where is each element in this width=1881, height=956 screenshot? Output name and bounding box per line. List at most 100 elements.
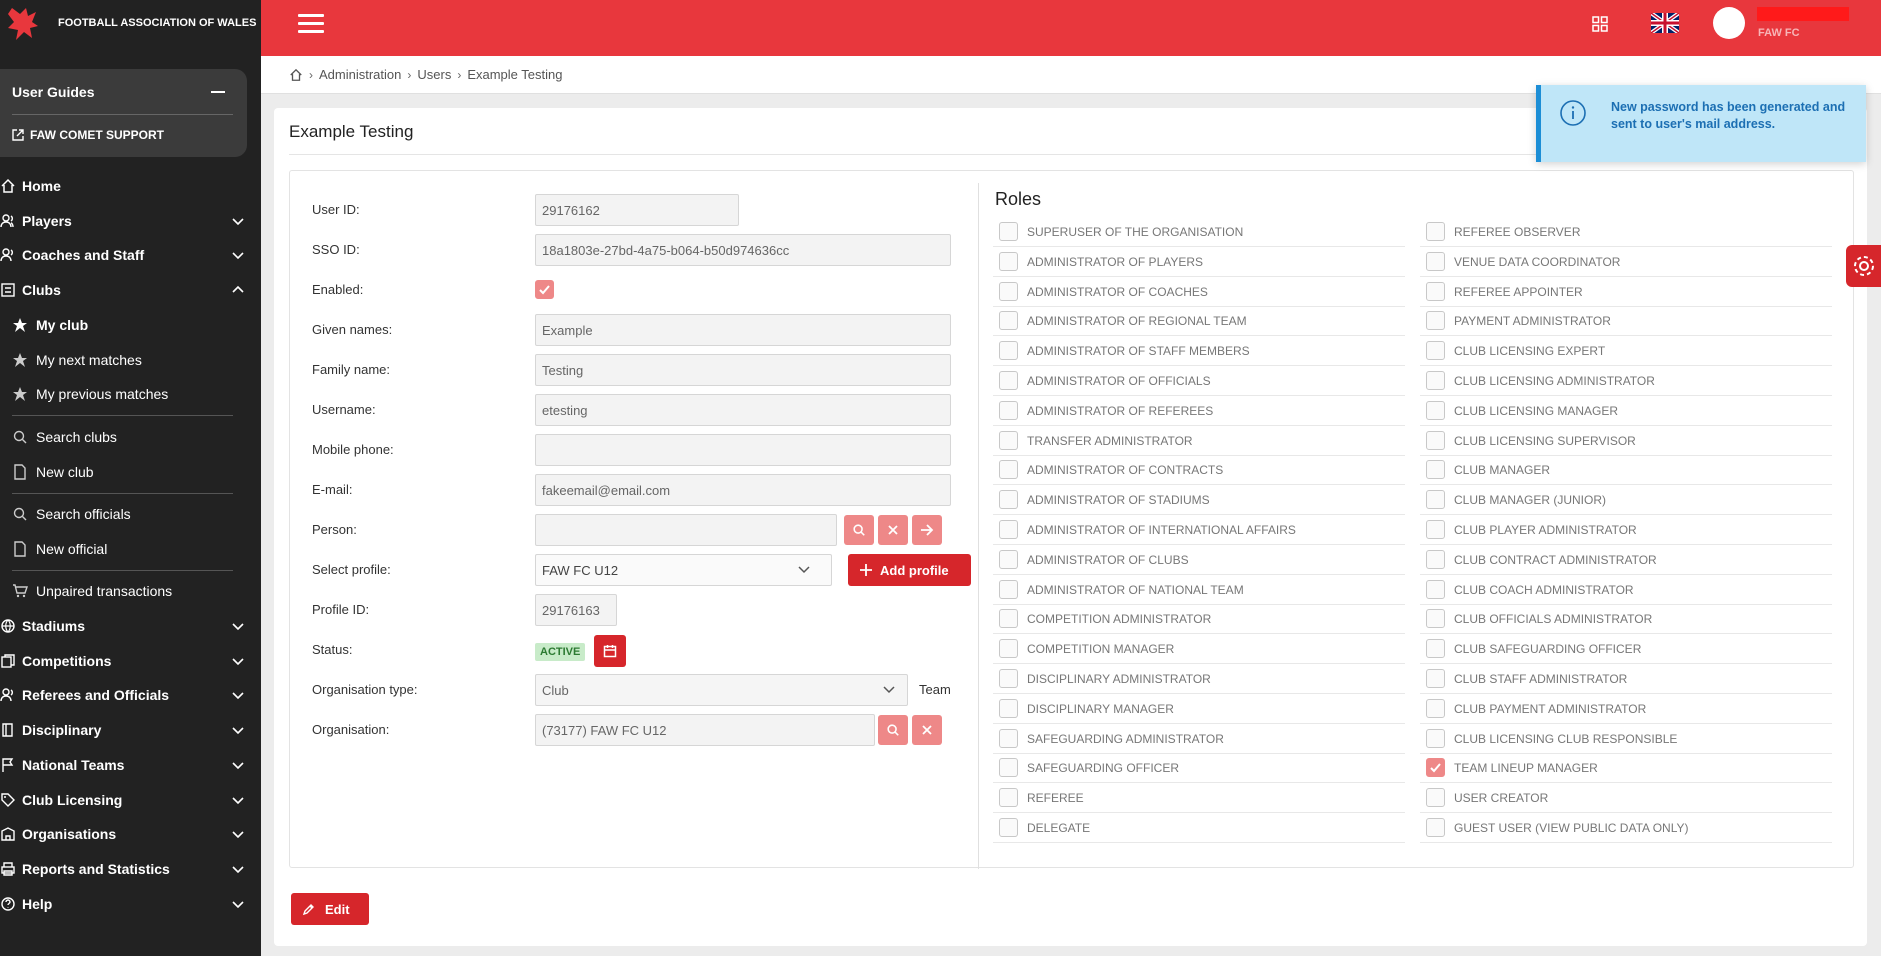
role-row[interactable]: CLUB OFFICIALS ADMINISTRATOR bbox=[1420, 604, 1832, 635]
role-row[interactable]: ADMINISTRATOR OF OFFICIALS bbox=[993, 366, 1405, 396]
role-checkbox[interactable] bbox=[1426, 758, 1445, 778]
role-checkbox[interactable] bbox=[999, 400, 1018, 420]
person-open-button[interactable] bbox=[912, 515, 942, 545]
role-checkbox[interactable] bbox=[999, 222, 1018, 241]
role-row[interactable]: SAFEGUARDING ADMINISTRATOR bbox=[993, 724, 1405, 754]
role-row[interactable]: CLUB LICENSING EXPERT bbox=[1420, 336, 1832, 367]
breadcrumb-item[interactable]: Users bbox=[417, 67, 451, 82]
role-row[interactable]: CLUB LICENSING ADMINISTRATOR bbox=[1420, 366, 1832, 396]
breadcrumb-item[interactable]: Administration bbox=[319, 67, 401, 82]
role-row[interactable]: DISCIPLINARY ADMINISTRATOR bbox=[993, 664, 1405, 694]
nav-organisations[interactable]: Organisations bbox=[0, 819, 261, 849]
nav-unpaired[interactable]: Unpaired transactions bbox=[0, 576, 261, 606]
avatar[interactable] bbox=[1713, 7, 1745, 39]
nav-new-official[interactable]: New official bbox=[0, 534, 261, 564]
role-checkbox[interactable] bbox=[1426, 818, 1445, 837]
role-row[interactable]: ADMINISTRATOR OF REFEREES bbox=[993, 396, 1405, 426]
role-row[interactable]: DISCIPLINARY MANAGER bbox=[993, 694, 1405, 724]
collapse-icon[interactable] bbox=[211, 91, 225, 93]
role-checkbox[interactable] bbox=[1426, 430, 1445, 450]
apps-grid-icon[interactable] bbox=[1592, 16, 1608, 32]
person-field[interactable] bbox=[535, 514, 837, 546]
nav-clubs[interactable]: Clubs bbox=[0, 275, 261, 305]
role-checkbox[interactable] bbox=[999, 728, 1018, 748]
role-checkbox[interactable] bbox=[1426, 490, 1445, 510]
nav-new-club[interactable]: New club bbox=[0, 457, 261, 487]
role-row[interactable]: CLUB CONTRACT ADMINISTRATOR bbox=[1420, 545, 1832, 575]
role-row[interactable]: ADMINISTRATOR OF CONTRACTS bbox=[993, 455, 1405, 486]
role-row[interactable]: CLUB LICENSING SUPERVISOR bbox=[1420, 426, 1832, 456]
hamburger-menu-icon[interactable] bbox=[298, 14, 324, 34]
org-type-select[interactable]: Club bbox=[535, 674, 908, 706]
role-checkbox[interactable] bbox=[1426, 341, 1445, 361]
role-row[interactable]: VENUE DATA COORDINATOR bbox=[1420, 247, 1832, 277]
family-name-field[interactable]: Testing bbox=[535, 354, 951, 386]
role-checkbox[interactable] bbox=[999, 281, 1018, 301]
role-checkbox[interactable] bbox=[999, 698, 1018, 718]
role-row[interactable]: CLUB LICENSING CLUB RESPONSIBLE bbox=[1420, 724, 1832, 754]
role-checkbox[interactable] bbox=[1426, 311, 1445, 331]
uk-flag-icon[interactable] bbox=[1651, 13, 1679, 33]
role-row[interactable]: CLUB COACH ADMINISTRATOR bbox=[1420, 575, 1832, 605]
role-row[interactable]: CLUB PLAYER ADMINISTRATOR bbox=[1420, 515, 1832, 545]
role-checkbox[interactable] bbox=[1426, 549, 1445, 569]
role-row[interactable]: CLUB STAFF ADMINISTRATOR bbox=[1420, 664, 1832, 694]
role-checkbox[interactable] bbox=[999, 430, 1018, 450]
role-row[interactable]: CLUB MANAGER (JUNIOR) bbox=[1420, 485, 1832, 516]
role-row[interactable]: ADMINISTRATOR OF COACHES bbox=[993, 277, 1405, 307]
enabled-checkbox[interactable] bbox=[535, 280, 554, 299]
role-row[interactable]: SAFEGUARDING OFFICER bbox=[993, 753, 1405, 784]
role-checkbox[interactable] bbox=[1426, 281, 1445, 301]
given-names-field[interactable]: Example bbox=[535, 314, 951, 346]
role-row[interactable]: USER CREATOR bbox=[1420, 783, 1832, 814]
role-row[interactable]: ADMINISTRATOR OF REGIONAL TEAM bbox=[993, 306, 1405, 337]
role-row[interactable]: PAYMENT ADMINISTRATOR bbox=[1420, 306, 1832, 337]
role-checkbox[interactable] bbox=[999, 490, 1018, 510]
nav-help[interactable]: Help bbox=[0, 889, 261, 919]
role-row[interactable]: CLUB LICENSING MANAGER bbox=[1420, 396, 1832, 426]
nav-home[interactable]: Home bbox=[0, 171, 261, 201]
role-row[interactable]: CLUB SAFEGUARDING OFFICER bbox=[1420, 634, 1832, 665]
role-checkbox[interactable] bbox=[1426, 579, 1445, 599]
role-checkbox[interactable] bbox=[999, 520, 1018, 539]
role-row[interactable]: CLUB PAYMENT ADMINISTRATOR bbox=[1420, 694, 1832, 724]
role-checkbox[interactable] bbox=[1426, 400, 1445, 420]
person-clear-button[interactable] bbox=[878, 515, 908, 545]
role-row[interactable]: REFEREE OBSERVER bbox=[1420, 217, 1832, 247]
edit-button[interactable]: Edit bbox=[291, 893, 369, 925]
nav-players[interactable]: Players bbox=[0, 206, 261, 236]
nav-club-licensing[interactable]: Club Licensing bbox=[0, 785, 261, 815]
role-checkbox[interactable] bbox=[999, 341, 1018, 361]
role-row[interactable]: ADMINISTRATOR OF PLAYERS bbox=[993, 247, 1405, 277]
role-checkbox[interactable] bbox=[1426, 520, 1445, 539]
notification-toast[interactable]: New password has been generated and sent… bbox=[1536, 85, 1866, 162]
role-checkbox[interactable] bbox=[1426, 251, 1445, 271]
role-checkbox[interactable] bbox=[1426, 728, 1445, 748]
settings-tab[interactable] bbox=[1846, 245, 1881, 287]
role-checkbox[interactable] bbox=[999, 788, 1018, 808]
role-row[interactable]: REFEREE bbox=[993, 783, 1405, 814]
role-checkbox[interactable] bbox=[1426, 698, 1445, 718]
nav-my-club[interactable]: My club bbox=[0, 310, 261, 340]
status-calendar-button[interactable] bbox=[594, 635, 626, 667]
home-icon[interactable] bbox=[289, 68, 303, 82]
role-checkbox[interactable] bbox=[999, 669, 1018, 688]
nav-coaches[interactable]: Coaches and Staff bbox=[0, 240, 261, 270]
role-checkbox[interactable] bbox=[999, 371, 1018, 390]
username-field[interactable]: etesting bbox=[535, 394, 951, 426]
profile-select[interactable]: FAW FC U12 bbox=[535, 554, 832, 586]
role-checkbox[interactable] bbox=[999, 639, 1018, 659]
role-checkbox[interactable] bbox=[1426, 460, 1445, 480]
nav-referees[interactable]: Referees and Officials bbox=[0, 680, 261, 710]
nav-search-officials[interactable]: Search officials bbox=[0, 499, 261, 529]
role-checkbox[interactable] bbox=[999, 549, 1018, 569]
role-row[interactable]: TEAM LINEUP MANAGER bbox=[1420, 753, 1832, 784]
nav-next-matches[interactable]: My next matches bbox=[0, 345, 261, 375]
role-row[interactable]: COMPETITION ADMINISTRATOR bbox=[993, 604, 1405, 635]
role-checkbox[interactable] bbox=[999, 311, 1018, 331]
email-field[interactable]: fakeemail@email.com bbox=[535, 474, 951, 506]
role-checkbox[interactable] bbox=[1426, 609, 1445, 629]
role-checkbox[interactable] bbox=[1426, 639, 1445, 659]
role-checkbox[interactable] bbox=[999, 460, 1018, 480]
role-row[interactable]: COMPETITION MANAGER bbox=[993, 634, 1405, 665]
